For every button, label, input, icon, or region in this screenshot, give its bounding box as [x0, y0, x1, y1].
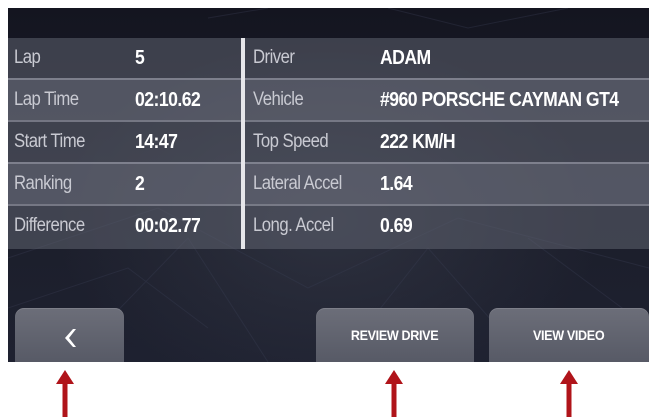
stat-value: #960 PORSCHE CAYMAN GT4: [380, 88, 619, 111]
stat-label: Long. Accel: [253, 215, 334, 236]
stat-label: Vehicle: [253, 89, 304, 110]
review-drive-label: REVIEW DRIVE: [351, 327, 439, 343]
stat-row-ranking: Ranking 2: [8, 162, 241, 204]
stat-label: Lap Time: [14, 89, 79, 110]
stat-label: Lateral Accel: [253, 173, 342, 194]
stat-row-lap: Lap 5: [8, 38, 241, 78]
stat-label: Top Speed: [253, 131, 329, 152]
stat-row-driver: Driver ADAM: [245, 38, 649, 78]
stat-value: 222 KM/H: [380, 130, 456, 153]
stat-row-lap-time: Lap Time 02:10.62: [8, 78, 241, 120]
back-button[interactable]: [15, 308, 124, 362]
lap-stats-panel: Lap 5 Lap Time 02:10.62 Start Time 14:47…: [8, 38, 241, 249]
stat-label: Difference: [14, 215, 85, 236]
stat-label: Driver: [253, 47, 295, 68]
stat-row-start-time: Start Time 14:47: [8, 120, 241, 162]
stat-row-vehicle: Vehicle #960 PORSCHE CAYMAN GT4: [245, 78, 649, 120]
stat-value: 0.69: [380, 214, 413, 237]
stat-row-difference: Difference 00:02.77: [8, 204, 241, 246]
stat-value: 1.64: [380, 172, 413, 195]
stat-value: 2: [135, 172, 145, 195]
stat-label: Lap: [14, 47, 41, 68]
stat-value: 00:02.77: [135, 214, 201, 237]
driver-stats-panel: Driver ADAM Vehicle #960 PORSCHE CAYMAN …: [245, 38, 649, 249]
screenshot-stage: Lap 5 Lap Time 02:10.62 Start Time 14:47…: [0, 0, 657, 417]
stat-value: 14:47: [135, 130, 178, 153]
stat-value: ADAM: [380, 46, 431, 69]
chevron-left-icon: [64, 329, 76, 347]
red-up-arrow-icon: [56, 370, 74, 417]
stat-row-lateral-accel: Lateral Accel 1.64: [245, 162, 649, 204]
stat-row-top-speed: Top Speed 222 KM/H: [245, 120, 649, 162]
review-drive-button[interactable]: REVIEW DRIVE: [316, 308, 474, 362]
red-up-arrow-icon: [385, 370, 403, 417]
red-up-arrow-icon: [560, 370, 578, 417]
stat-value: 02:10.62: [135, 88, 201, 111]
stat-row-long-accel: Long. Accel 0.69: [245, 204, 649, 246]
stat-value: 5: [135, 46, 145, 69]
stat-label: Start Time: [14, 131, 85, 152]
view-video-label: VIEW VIDEO: [533, 327, 605, 343]
view-video-button[interactable]: VIEW VIDEO: [489, 308, 649, 362]
lap-summary-screen: Lap 5 Lap Time 02:10.62 Start Time 14:47…: [8, 8, 649, 362]
stat-label: Ranking: [14, 173, 72, 194]
